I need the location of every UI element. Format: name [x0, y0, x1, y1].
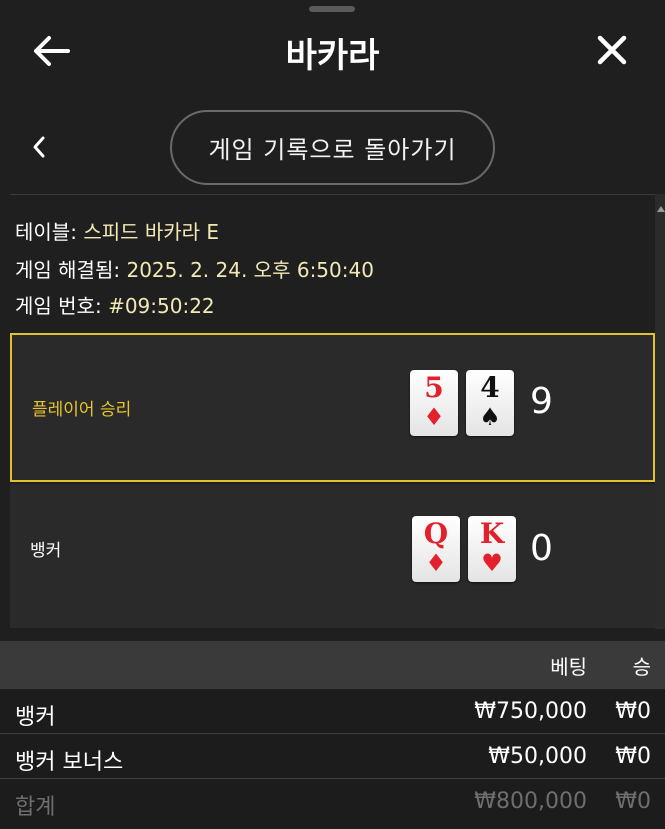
history-nav: 게임 기록으로 돌아가기 — [0, 92, 665, 202]
bet-name: 뱅커 보너스 — [15, 750, 124, 775]
heart-suit-icon: ♥ — [481, 549, 503, 577]
total-win: ₩0 — [615, 789, 651, 814]
card-rank: 5 — [424, 371, 444, 404]
chevron-left-icon[interactable] — [26, 132, 52, 162]
spade-suit-icon: ♠ — [479, 403, 501, 431]
game-number-value: #09:50:22 — [108, 294, 215, 318]
player-hand-panel: 플레이어 승리 5 ♦ 4 ♠ 9 — [10, 333, 655, 482]
baccarat-result-modal: 바카라 게임 기록으로 돌아가기 테이블: 스피드 바카라 E 게임 해결됨: … — [0, 0, 665, 829]
table-row: 뱅커 ₩750,000 ₩0 — [0, 690, 665, 734]
game-number-info: 게임 번호: #09:50:22 — [15, 290, 215, 319]
back-to-history-button[interactable]: 게임 기록으로 돌아가기 — [170, 110, 495, 185]
bets-table-header: 베팅 승 — [0, 641, 665, 689]
banker-card-2: K ♥ — [468, 516, 516, 582]
game-number-label: 게임 번호: — [15, 294, 102, 318]
resolved-value: 2025. 2. 24. 오후 6:50:40 — [126, 258, 374, 282]
banker-hand-panel: 뱅커 Q ♦ K ♥ 0 — [10, 484, 655, 628]
banker-score: 0 — [530, 528, 553, 569]
diamond-suit-icon: ♦ — [425, 549, 447, 577]
close-icon[interactable] — [592, 32, 632, 70]
divider — [10, 194, 655, 195]
win-amount: ₩0 — [615, 744, 651, 769]
banker-card-1: Q ♦ — [412, 516, 460, 582]
player-card-1: 5 ♦ — [410, 370, 458, 436]
resolved-label: 게임 해결됨: — [15, 258, 121, 282]
win-column-header: 승 — [632, 655, 651, 679]
bet-amount: ₩750,000 — [474, 699, 587, 724]
card-rank: K — [479, 517, 505, 550]
player-score: 9 — [530, 381, 553, 422]
total-row: 합계 ₩800,000 ₩0 — [0, 780, 665, 829]
total-bet: ₩800,000 — [474, 789, 587, 814]
page-title: 바카라 — [285, 36, 380, 76]
player-result-label: 플레이어 승리 — [32, 400, 132, 420]
scrollbar[interactable] — [655, 194, 665, 629]
table-value: 스피드 바카라 E — [83, 220, 220, 244]
bet-column-header: 베팅 — [550, 655, 587, 679]
win-amount: ₩0 — [615, 699, 651, 724]
card-rank: 4 — [480, 371, 500, 404]
scroll-up-icon[interactable] — [657, 206, 665, 212]
card-rank: Q — [423, 517, 449, 550]
bet-name: 뱅커 — [15, 705, 56, 730]
banker-label: 뱅커 — [30, 541, 62, 561]
resolved-info: 게임 해결됨: 2025. 2. 24. 오후 6:50:40 — [15, 254, 374, 283]
header: 바카라 — [0, 12, 665, 88]
total-label: 합계 — [15, 795, 56, 820]
player-card-2: 4 ♠ — [466, 370, 514, 436]
table-info: 테이블: 스피드 바카라 E — [15, 216, 219, 245]
bet-amount: ₩50,000 — [488, 744, 587, 769]
diamond-suit-icon: ♦ — [423, 403, 445, 431]
table-label: 테이블: — [15, 220, 77, 244]
table-row: 뱅커 보너스 ₩50,000 ₩0 — [0, 735, 665, 779]
